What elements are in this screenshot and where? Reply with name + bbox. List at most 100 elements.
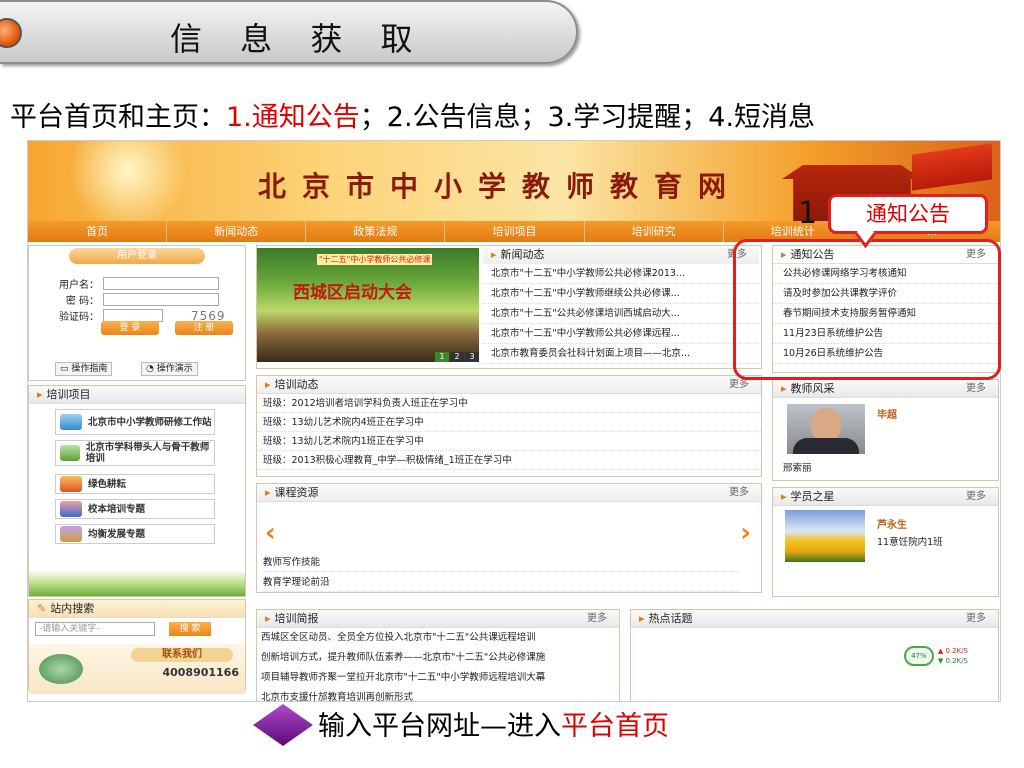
teacher-more-link[interactable]: 更多 bbox=[966, 380, 986, 398]
brief-item[interactable]: 西城区全区动员、全员全方位投入北京市"十二五"公共课远程培训 bbox=[257, 628, 619, 648]
password-label: 密 码： bbox=[65, 296, 99, 307]
teacher-photo[interactable] bbox=[787, 404, 865, 454]
school-icon bbox=[60, 501, 82, 517]
news-item[interactable]: 北京市"十二五"中小学教师公共必修课2013... bbox=[483, 264, 759, 284]
course-panel: ▸ 课程资源 更多 ‹ › 教师写作技能 教育学理论前沿 bbox=[256, 483, 762, 593]
teacher-title: 教师风采 bbox=[790, 382, 835, 395]
green-icon bbox=[60, 476, 82, 492]
news-photo[interactable]: "十二五"中小学教师公共必修课 西城区启动大会 1 2 3 bbox=[257, 248, 479, 362]
news-item[interactable]: 北京市"十二五"中小学教师公共必修课远程... bbox=[483, 324, 759, 344]
student-more-link[interactable]: 更多 bbox=[966, 488, 986, 506]
guide-button[interactable]: ▭ 操作指南 bbox=[55, 362, 113, 376]
project-item-school[interactable]: 校本培训专题 bbox=[55, 499, 215, 519]
project-item-workstation[interactable]: 北京市中小学教师研修工作站 bbox=[55, 409, 215, 435]
contact-panel: 联系我们 4008901166 bbox=[29, 644, 245, 694]
register-button[interactable]: 注 册 bbox=[175, 321, 233, 335]
guide-label: 操作指南 bbox=[71, 364, 108, 374]
student-photo[interactable] bbox=[785, 510, 865, 562]
teacher-name[interactable]: 毕超 bbox=[877, 406, 897, 421]
download-rate-value: 0.2K/S bbox=[945, 657, 968, 665]
news-header: ▸ 新闻动态 更多 bbox=[483, 246, 759, 264]
username-row: 用户名： bbox=[39, 276, 219, 291]
login-button[interactable]: 登 录 bbox=[101, 321, 159, 335]
projects-panel: ▸ 培训项目 北京市中小学教师研修工作站 北京市学科带头人与骨干教师培训 绿色耕耘… bbox=[28, 385, 246, 597]
student-header: ▸ 学员之星 更多 bbox=[773, 488, 998, 506]
arrow-icon: ▸ bbox=[639, 612, 645, 625]
brief-title: 培训简报 bbox=[274, 612, 319, 625]
telephone-icon bbox=[39, 654, 83, 684]
student-class: 11意饪院内1班 bbox=[877, 537, 943, 548]
subtitle-highlight: 1.通知公告 bbox=[226, 102, 360, 133]
slide-footer: 输入平台网址—进入平台首页 bbox=[0, 700, 1024, 768]
teacher-header: ▸ 教师风采 更多 bbox=[773, 380, 998, 398]
photo-title: 西城区启动大会 bbox=[293, 283, 412, 303]
search-input[interactable]: -请输入关键字- bbox=[35, 622, 155, 636]
student-name[interactable]: 芦永生 bbox=[877, 516, 907, 531]
chevron-right-icon[interactable]: › bbox=[740, 518, 751, 548]
course-more-link[interactable]: 更多 bbox=[729, 484, 749, 502]
gauge-rates: ▲ 0.2K/S ▼ 0.2K/S bbox=[938, 646, 968, 666]
password-input[interactable] bbox=[103, 293, 219, 306]
username-label: 用户名： bbox=[59, 280, 99, 291]
nav-news[interactable]: 新闻动态 bbox=[167, 221, 307, 242]
footer-highlight: 平台首页 bbox=[561, 711, 669, 742]
contact-label: 联系我们 bbox=[131, 648, 233, 662]
nav-projects[interactable]: 培训项目 bbox=[445, 221, 585, 242]
sun-glow bbox=[68, 141, 188, 221]
nav-home[interactable]: 首页 bbox=[28, 221, 168, 242]
captcha-label: 验证码： bbox=[59, 312, 99, 323]
hot-more-link[interactable]: 更多 bbox=[966, 610, 986, 628]
slide-title-bar: 信 息 获 取 bbox=[0, 0, 578, 64]
training-item[interactable]: 班级：2013积极心理教育_中学—积极情绪_1班正在学习中 bbox=[257, 451, 761, 470]
training-header: ▸ 培训动态 更多 bbox=[257, 376, 761, 394]
course-item[interactable]: 教师写作技能 bbox=[263, 554, 739, 572]
balance-icon bbox=[60, 526, 82, 542]
callout-label: 通知公告 bbox=[828, 194, 988, 234]
search-panel: ✎ 站内搜索 -请输入关键字- 搜 索 联系我们 4008901166 bbox=[28, 599, 246, 694]
pager-1[interactable]: 1 bbox=[435, 352, 449, 362]
leaders-icon bbox=[60, 445, 80, 461]
flag-icon bbox=[912, 143, 992, 191]
speed-gauge: 47% ▲ 0.2K/S ▼ 0.2K/S bbox=[903, 646, 968, 666]
news-item[interactable]: 北京市"十二五"公共必修课培训西城启动大... bbox=[483, 304, 759, 324]
username-input[interactable] bbox=[103, 277, 219, 290]
play-icon: ◔ bbox=[146, 364, 157, 374]
pager-3[interactable]: 3 bbox=[465, 352, 479, 362]
purple-gem-icon bbox=[253, 704, 313, 746]
training-item[interactable]: 班级：13幼儿艺术院内4班正在学习中 bbox=[257, 413, 761, 432]
project-item-leaders[interactable]: 北京市学科带头人与骨干教师培训 bbox=[55, 440, 215, 466]
search-button[interactable]: 搜 索 bbox=[169, 622, 211, 636]
photo-banner: "十二五"中小学教师公共必修课 bbox=[317, 254, 433, 265]
brief-item[interactable]: 创新培训方式，提升教师队伍素养——北京市"十二五"公共必修课施 bbox=[257, 648, 619, 668]
news-item[interactable]: 北京市教育委员会社科计划面上项目——北京... bbox=[483, 344, 759, 364]
project-label: 均衡发展专题 bbox=[88, 528, 146, 540]
brief-more-link[interactable]: 更多 bbox=[587, 610, 607, 628]
student-title: 学员之星 bbox=[790, 490, 835, 503]
login-panel: 用户登录 用户名： 密 码： 验证码： 7569 登 录 注 册 ▭ 操作指南 … bbox=[28, 245, 246, 381]
callout-number: 1 bbox=[798, 196, 818, 231]
course-item[interactable]: 教育学理论前沿 bbox=[263, 574, 739, 592]
nav-research[interactable]: 培训研究 bbox=[585, 221, 724, 242]
teacher-panel: ▸ 教师风采 更多 毕超 邢索丽 bbox=[772, 379, 999, 481]
brief-header: ▸ 培训简报 更多 bbox=[257, 610, 619, 628]
slide-subtitle: 平台首页和主页：1.通知公告；2.公告信息；3.学习提醒；4.短消息 bbox=[10, 95, 815, 134]
site-title: 北京市中小学教师教育网 bbox=[258, 170, 743, 203]
brief-item[interactable]: 项目辅导教师齐聚一堂拉开北京市"十二五"中小学教师远程培训大幕 bbox=[257, 668, 619, 688]
training-item[interactable]: 班级：2012培训者培训学科负责人班正在学习中 bbox=[257, 394, 761, 413]
nav-policy[interactable]: 政策法规 bbox=[306, 221, 446, 242]
training-title: 培训动态 bbox=[274, 378, 319, 391]
middle-column: "十二五"中小学教师公共必修课 西城区启动大会 1 2 3 ▸ 新闻动态 更多 北京… bbox=[256, 245, 762, 593]
teacher-caption[interactable]: 邢索丽 bbox=[783, 460, 812, 474]
demo-label: 操作演示 bbox=[156, 364, 193, 374]
training-item[interactable]: 班级：13幼儿艺术院内1班正在学习中 bbox=[257, 432, 761, 451]
pager-2[interactable]: 2 bbox=[450, 352, 464, 362]
subtitle-part-1: 平台首页和主页： bbox=[10, 102, 226, 133]
project-item-green[interactable]: 绿色耕耘 bbox=[55, 474, 215, 494]
news-item[interactable]: 北京市"十二五"中小学教师继续公共必修课... bbox=[483, 284, 759, 304]
demo-button[interactable]: ◔ 操作演示 bbox=[141, 362, 198, 376]
news-panel: "十二五"中小学教师公共必修课 西城区启动大会 1 2 3 ▸ 新闻动态 更多 北京… bbox=[256, 245, 762, 369]
search-header: ✎ 站内搜索 bbox=[29, 600, 245, 618]
workstation-icon bbox=[60, 414, 82, 430]
project-item-balance[interactable]: 均衡发展专题 bbox=[55, 524, 215, 544]
chevron-left-icon[interactable]: ‹ bbox=[265, 518, 276, 548]
